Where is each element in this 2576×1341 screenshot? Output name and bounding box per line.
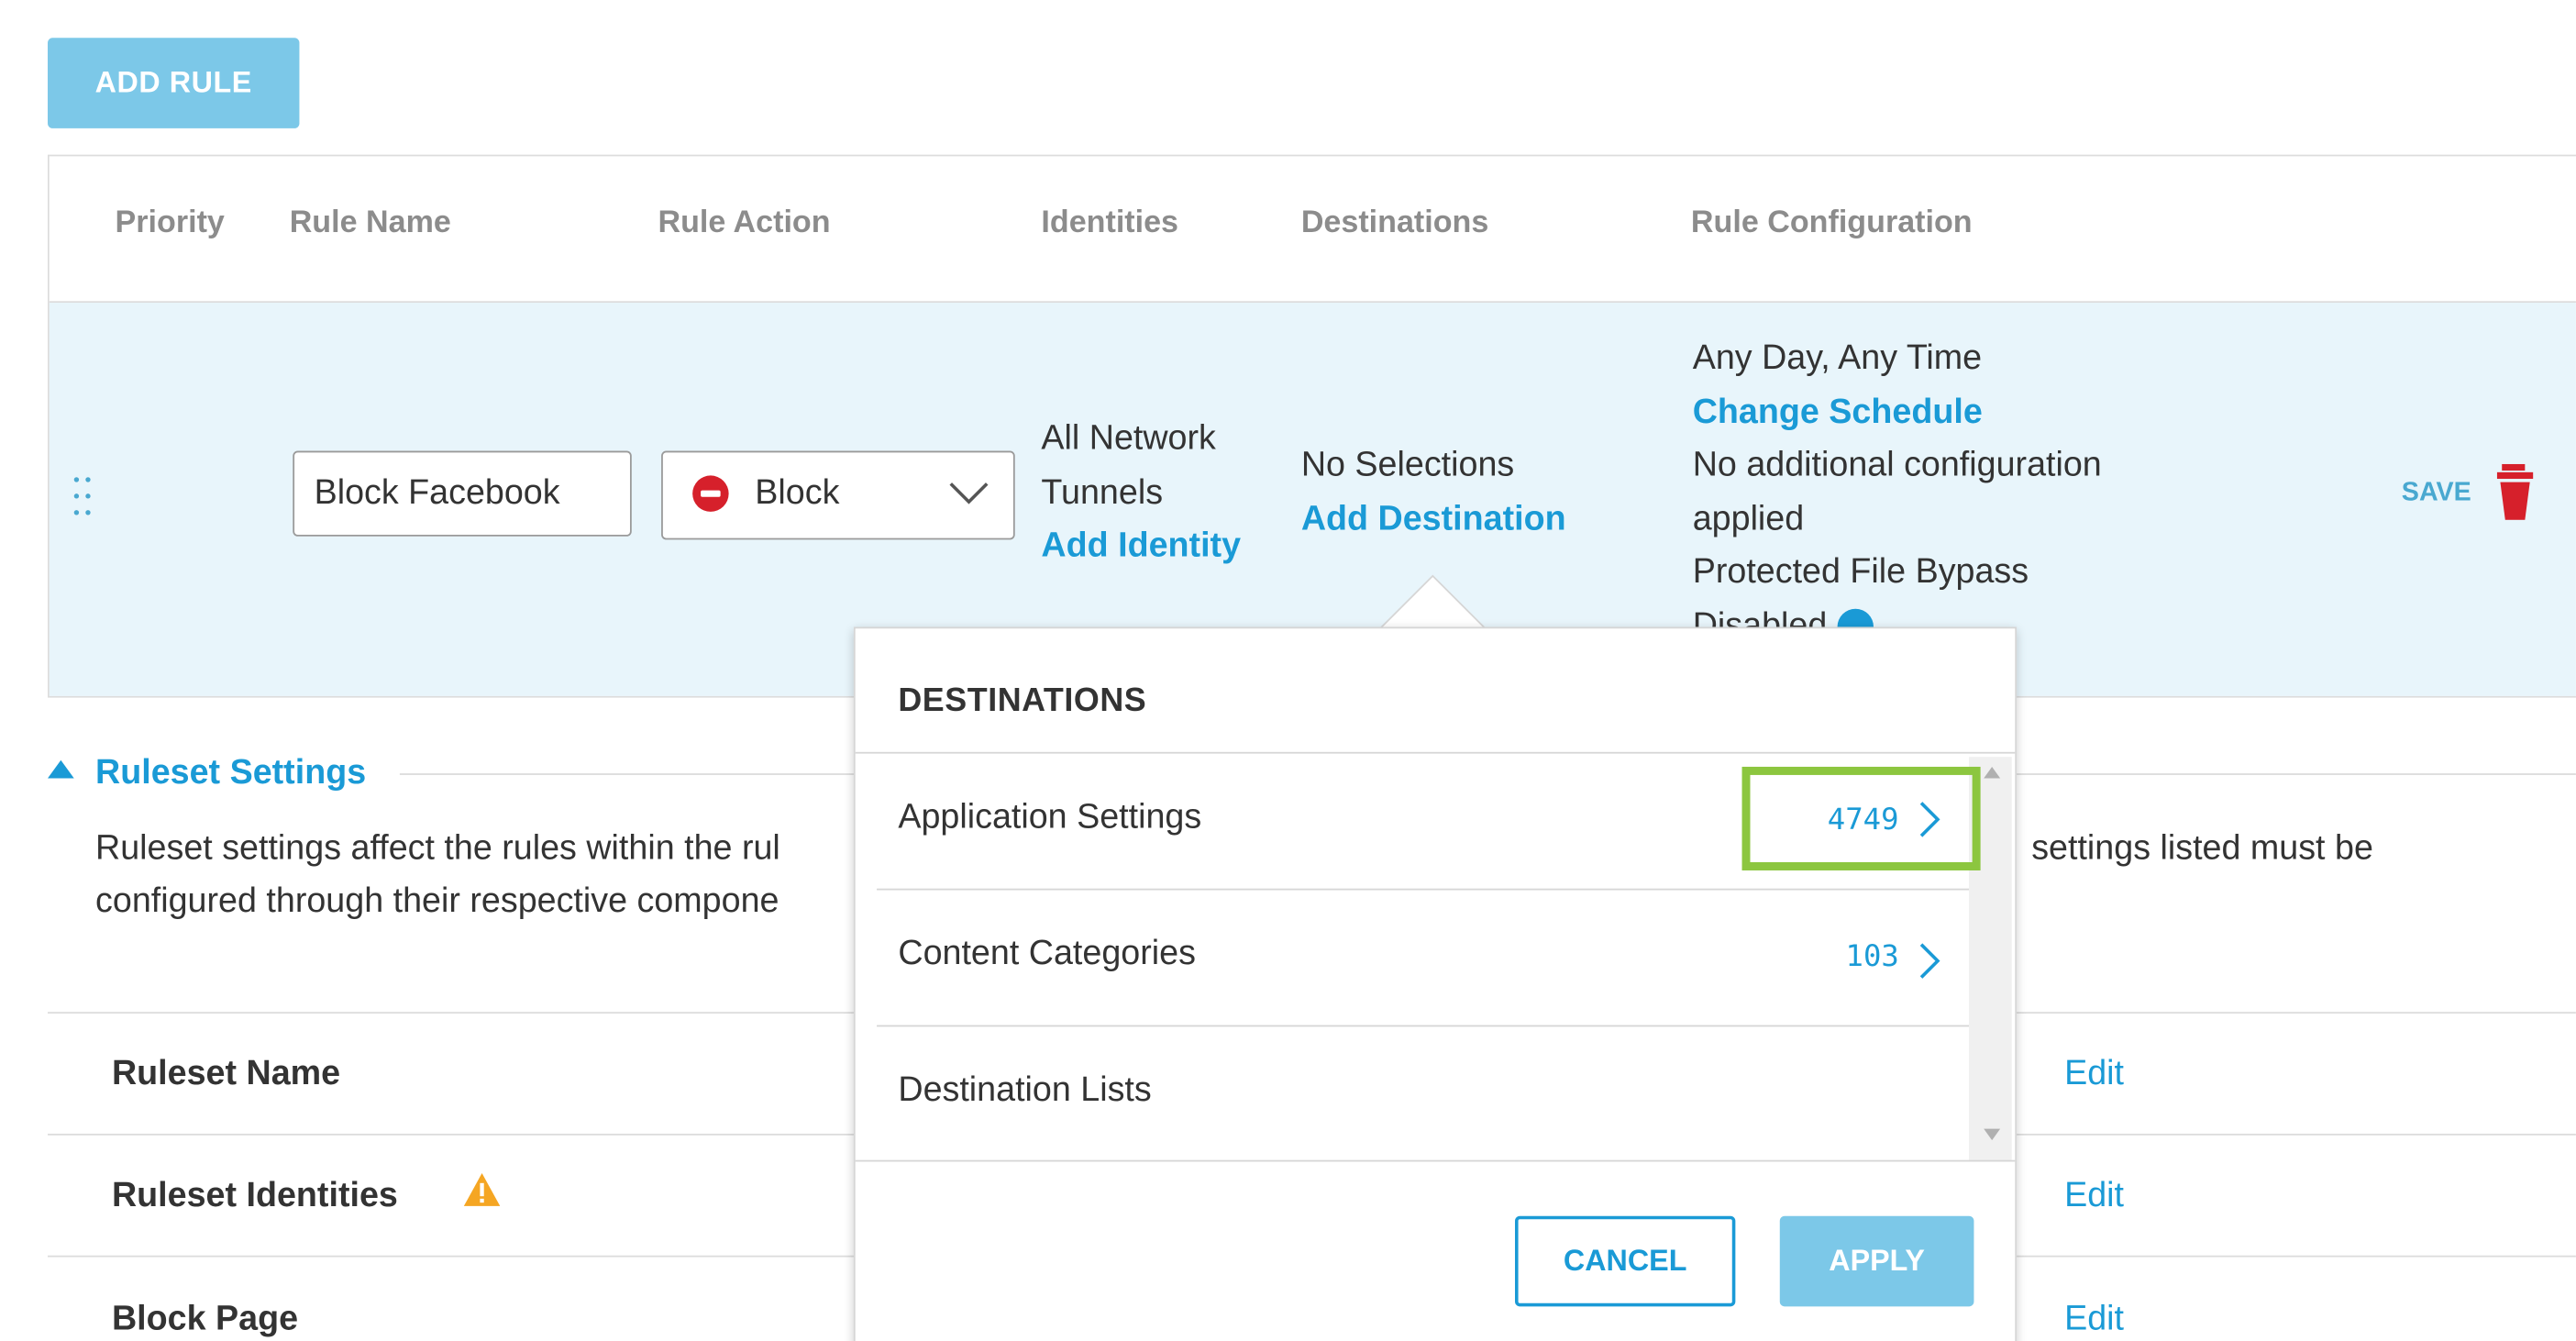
list-item-label: Content Categories [898, 934, 1196, 973]
ruleset-name-label: Ruleset Name [111, 1054, 341, 1093]
popover-title: DESTINATIONS [898, 682, 1147, 719]
rule-configuration-cell: Any Day, Any Time Change Schedule No add… [1693, 332, 2102, 653]
cancel-button[interactable]: CANCEL [1514, 1215, 1736, 1307]
block-page-label: Block Page [111, 1300, 299, 1338]
identities-cell: All Network Tunnels Add Identity [1041, 413, 1241, 573]
header-priority: Priority [115, 205, 225, 240]
list-item-destination-lists[interactable]: Destination Lists [877, 1026, 1969, 1163]
drag-handle-icon[interactable] [71, 477, 94, 520]
table-header: Priority Rule Name Rule Action Identitie… [49, 156, 2576, 304]
ruleset-description-line-1-left: Ruleset settings affect the rules within… [95, 829, 780, 868]
chevron-down-icon [949, 482, 989, 504]
identities-line-1: All Network [1041, 419, 1216, 458]
bypass-line: Protected File Bypass [1692, 552, 2029, 592]
identities-line-2: Tunnels [1041, 472, 1164, 512]
destinations-popover: DESTINATIONS Application Settings 4749 C… [853, 626, 2018, 1341]
apply-button[interactable]: APPLY [1779, 1215, 1974, 1307]
list-item-label: Destination Lists [898, 1070, 1152, 1110]
header-identities: Identities [1041, 205, 1179, 240]
header-rule-action: Rule Action [658, 205, 831, 240]
popover-caret [1378, 574, 1487, 631]
ruleset-name-edit-link[interactable]: Edit [2064, 1055, 2124, 1094]
add-rule-button[interactable]: ADD RULE [48, 38, 300, 128]
rule-name-input[interactable] [293, 450, 632, 537]
block-page-edit-link[interactable]: Edit [2064, 1300, 2124, 1339]
rule-action-value: Block [755, 473, 840, 512]
highlight-box [1741, 766, 1981, 870]
warning-icon [463, 1173, 501, 1206]
ruleset-settings-title: Ruleset Settings [95, 753, 367, 792]
change-schedule-link[interactable]: Change Schedule [1693, 386, 2102, 439]
scroll-down-arrow-icon[interactable] [1984, 1128, 2001, 1141]
header-rule-name: Rule Name [289, 205, 451, 240]
divider [855, 1159, 2016, 1162]
add-identity-link[interactable]: Add Identity [1041, 520, 1241, 573]
block-icon [692, 475, 729, 512]
rules-table: Priority Rule Name Rule Action Identitie… [48, 154, 2576, 698]
destinations-value: No Selections [1300, 446, 1515, 484]
chevron-right-icon [1919, 943, 1940, 979]
config-line-1: No additional configuration [1692, 446, 2102, 484]
stage: ADD RULE Priority Rule Name Rule Action … [0, 0, 2576, 1341]
schedule-text: Any Day, Any Time [1692, 338, 1983, 377]
add-destination-link[interactable]: Add Destination [1301, 493, 1566, 546]
triangle-up-icon [48, 759, 74, 779]
trash-icon[interactable] [2496, 463, 2534, 520]
list-item-label: Application Settings [898, 798, 1202, 837]
ruleset-description-line-2-left: configured through their respective comp… [95, 881, 779, 920]
destinations-cell: No Selections Add Destination [1301, 439, 1566, 547]
rule-action-select[interactable]: Block [661, 450, 1015, 540]
config-line-2: applied [1692, 499, 1805, 538]
ruleset-identities-edit-link[interactable]: Edit [2064, 1177, 2124, 1216]
ruleset-description-line-1-right: settings listed must be [2031, 829, 2373, 868]
list-item-count: 103 [1845, 939, 1899, 974]
ruleset-identities-label: Ruleset Identities [111, 1176, 398, 1214]
header-rule-configuration: Rule Configuration [1690, 205, 1973, 240]
list-item-content-categories[interactable]: Content Categories 103 [877, 890, 1970, 1027]
save-link[interactable]: SAVE [2402, 479, 2471, 508]
scroll-up-arrow-icon[interactable] [1984, 766, 2001, 779]
header-destinations: Destinations [1300, 205, 1489, 240]
